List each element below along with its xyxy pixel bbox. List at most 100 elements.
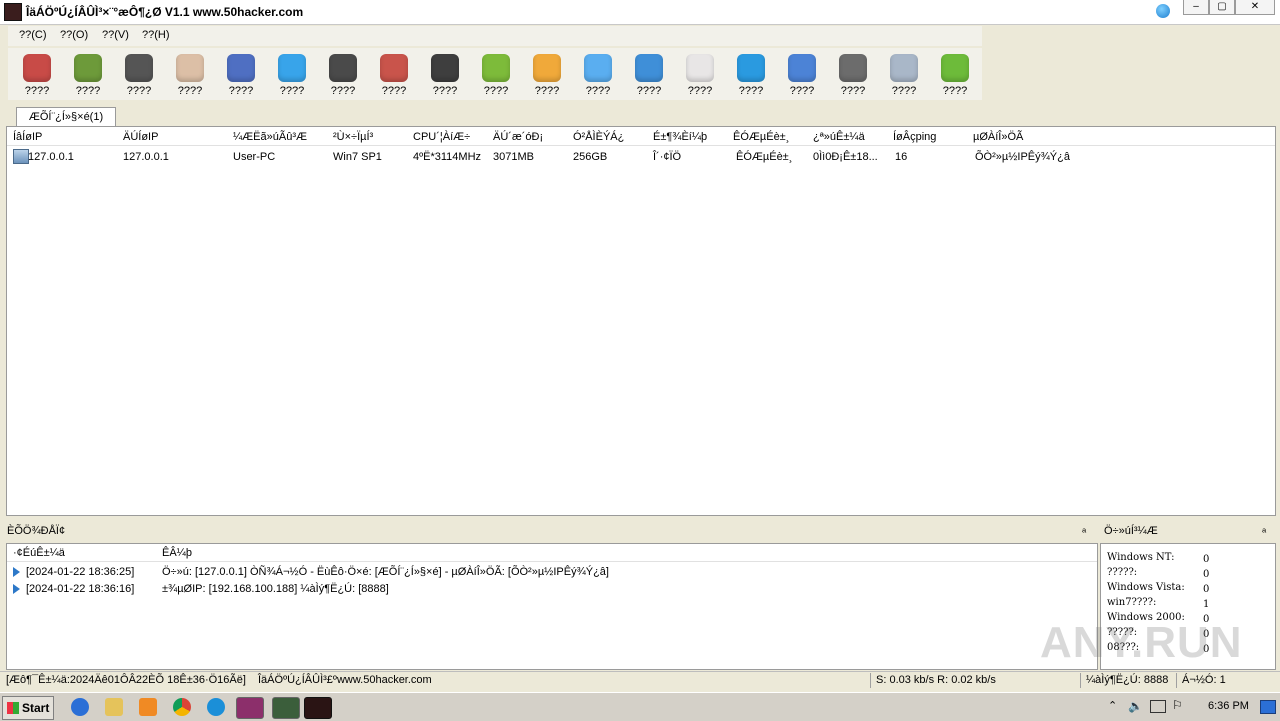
cell-ping: 16 xyxy=(895,151,908,163)
col-header-disk[interactable]: Ó²ÅÌÈÝÁ¿ xyxy=(573,131,624,143)
pin-icon[interactable]: ₐ xyxy=(1082,523,1086,535)
clock[interactable]: 6:36 PM xyxy=(1208,700,1249,712)
toolbar-button[interactable]: ???? xyxy=(937,54,973,97)
cell-computer-name: User-PC xyxy=(233,151,276,163)
toolbar-button[interactable]: ???? xyxy=(325,54,361,97)
toolbar-button[interactable]: ???? xyxy=(376,54,412,97)
stat-row: ?????: 0 xyxy=(1107,567,1209,580)
cloud-icon xyxy=(584,54,612,82)
tab-client-group[interactable]: ÆÕÍ¨¿Í»§×é(1) xyxy=(16,107,116,126)
log-col-time[interactable]: ·¢ÉúÊ±¼ä xyxy=(13,547,65,559)
title-bar: ÎäÁÖºÚ¿ÍÂÛÌ³×¨°æÔ¶¿Ø V1.1 www.50hacker.c… xyxy=(0,0,1280,25)
col-header-wan-ip[interactable]: ÍâÍøIP xyxy=(13,131,42,143)
toolbar-button-label: ???? xyxy=(687,85,713,97)
toolbar-button[interactable]: ???? xyxy=(274,54,310,97)
maximize-button[interactable]: ▢ xyxy=(1209,0,1235,15)
folder-icon[interactable] xyxy=(105,698,123,716)
col-header-video[interactable]: ÊÓÆµÉè±¸ xyxy=(733,131,789,143)
chrome-icon[interactable] xyxy=(173,698,191,716)
taskbar: Start ⌃ 🔈 ⚐ 6:36 PM xyxy=(0,692,1280,721)
show-desktop-icon[interactable] xyxy=(1260,700,1276,714)
col-header-cpu[interactable]: CPU´¦ÀíÆ÷ xyxy=(413,131,470,143)
pin-icon[interactable]: ₐ xyxy=(1262,523,1266,535)
col-header-ping[interactable]: ÍøÂçping xyxy=(893,131,936,143)
toolbar-button[interactable]: ???? xyxy=(70,54,106,97)
keypad-icon xyxy=(176,54,204,82)
toolbar-button[interactable]: ???? xyxy=(580,54,616,97)
toolbar-button[interactable]: ???? xyxy=(478,54,514,97)
toolbar-button-label: ???? xyxy=(738,85,764,97)
stat-label: win7????: xyxy=(1107,597,1157,608)
toolbar-button-label: ???? xyxy=(228,85,254,97)
toolbar-button[interactable]: ???? xyxy=(631,54,667,97)
expand-arrow-icon xyxy=(13,567,20,577)
col-header-lan-ip[interactable]: ÄÚÍøIP xyxy=(123,131,158,143)
cell-wan-ip: 127.0.0.1 xyxy=(28,151,74,163)
drive-icon xyxy=(74,54,102,82)
col-header-location[interactable]: µØÀíÎ»ÖÃ xyxy=(973,131,1023,143)
toolbar-button[interactable]: ???? xyxy=(784,54,820,97)
col-header-uptime[interactable]: ¿ª»úÊ±¼ä xyxy=(813,131,865,143)
col-header-os[interactable]: ²Ù×÷ÏµÍ³ xyxy=(333,131,373,143)
volume-icon[interactable]: 🔈 xyxy=(1128,699,1143,713)
menu-bar: ??(C) ??(O) ??(V) ??(H) xyxy=(8,26,982,46)
cell-os: Win7 SP1 xyxy=(333,151,382,163)
star-icon xyxy=(533,54,561,82)
toolbar-button-label: ???? xyxy=(891,85,917,97)
status-divider xyxy=(1176,673,1177,688)
media-player-icon[interactable] xyxy=(139,698,157,716)
toolbar-button[interactable]: ???? xyxy=(172,54,208,97)
toolbar-button[interactable]: ???? xyxy=(835,54,871,97)
edge-icon[interactable] xyxy=(207,698,225,716)
calendar-icon xyxy=(686,54,714,82)
cell-antivirus: Î´·¢ÏÖ xyxy=(653,151,682,163)
hosts-table: ÍâÍøIP ÄÚÍøIP ¼ÆËã»úÃû³Æ ²Ù×÷ÏµÍ³ CPU´¦À… xyxy=(6,126,1276,516)
toolbar-button-label: ???? xyxy=(177,85,203,97)
toolbar-button-label: ???? xyxy=(585,85,611,97)
computer-icon xyxy=(13,149,29,164)
watermark: ANY.RUN xyxy=(1040,618,1243,667)
start-button[interactable]: Start xyxy=(2,696,54,720)
toolbar-button-label: ???? xyxy=(483,85,509,97)
toolbar-button[interactable]: ???? xyxy=(223,54,259,97)
toolbar-button[interactable]: ???? xyxy=(121,54,157,97)
stat-row: win7????: 1 xyxy=(1107,597,1209,610)
toolbar-button[interactable]: ???? xyxy=(529,54,565,97)
log-panel-title: ÈÕÖ¾ÐÅÏ¢ xyxy=(7,525,66,537)
menu-item-o[interactable]: ??(O) xyxy=(60,29,88,41)
close-button[interactable]: ✕ xyxy=(1235,0,1275,15)
phone-icon xyxy=(941,54,969,82)
cell-lan-ip: 127.0.0.1 xyxy=(123,151,169,163)
remote-control-task-icon[interactable] xyxy=(304,697,332,719)
col-header-memory[interactable]: ÄÚ´æ´óÐ¡ xyxy=(493,131,543,143)
globe-icon[interactable] xyxy=(1156,4,1170,18)
menu-item-v[interactable]: ??(V) xyxy=(102,29,129,41)
toolbar-button[interactable]: ???? xyxy=(682,54,718,97)
network-icon[interactable] xyxy=(1150,700,1166,713)
col-header-antivirus[interactable]: É±¶¾Èí¼þ xyxy=(653,131,707,143)
flag-icon[interactable]: ⚐ xyxy=(1172,698,1183,712)
toolbar-button[interactable]: ???? xyxy=(733,54,769,97)
minimize-button[interactable]: – xyxy=(1183,0,1209,15)
winrar-icon[interactable] xyxy=(236,697,264,719)
toolbar-button-label: ???? xyxy=(789,85,815,97)
stat-row: Windows NT: 0 xyxy=(1107,552,1209,565)
camera-icon xyxy=(329,54,357,82)
status-online: Á¬½Ó: 1 xyxy=(1182,674,1226,686)
col-header-computer-name[interactable]: ¼ÆËã»úÃû³Æ xyxy=(233,131,307,143)
toolbar-button[interactable]: ???? xyxy=(19,54,55,97)
log-time: [2024-01-22 18:36:25] xyxy=(26,566,135,578)
toolbar-button[interactable]: ???? xyxy=(427,54,463,97)
chevron-up-icon[interactable]: ⌃ xyxy=(1108,699,1117,712)
app-icon xyxy=(4,3,22,21)
toolbar-button-label: ???? xyxy=(381,85,407,97)
toolbar-button[interactable]: ???? xyxy=(886,54,922,97)
status-divider xyxy=(870,673,871,688)
log-col-event[interactable]: ÊÂ¼þ xyxy=(162,547,192,559)
stat-label: ?????: xyxy=(1107,567,1138,578)
menu-item-c[interactable]: ??(C) xyxy=(19,29,47,41)
app-task-icon[interactable] xyxy=(272,697,300,719)
toolbar-button-label: ???? xyxy=(75,85,101,97)
ie-icon[interactable] xyxy=(71,698,89,716)
menu-item-h[interactable]: ??(H) xyxy=(142,29,170,41)
